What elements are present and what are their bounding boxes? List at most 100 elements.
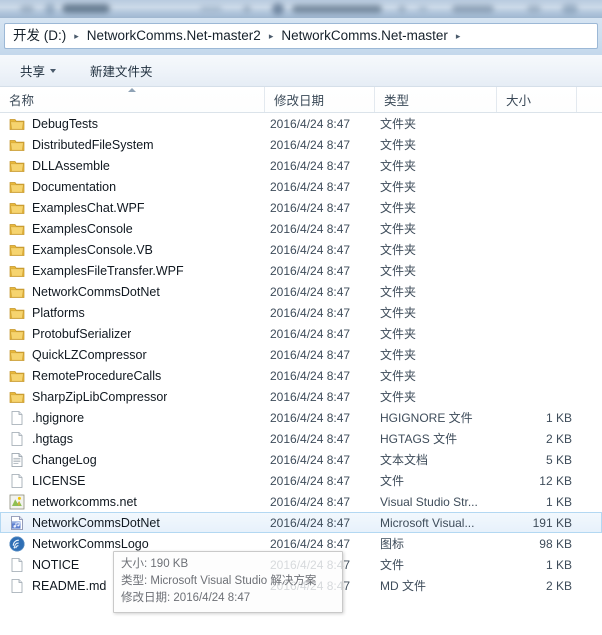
table-row[interactable]: Platforms 2016/4/24 8:47 文件夹 xyxy=(0,302,602,323)
folder-icon xyxy=(9,389,25,405)
file-name-cell: LICENSE xyxy=(1,473,266,489)
file-name-cell: RemoteProcedureCalls xyxy=(1,368,266,384)
table-row[interactable]: ChangeLog 2016/4/24 8:47 文本文档 5 KB xyxy=(0,449,602,470)
tooltip-type-label: 类型: xyxy=(121,575,148,587)
column-header-date-label: 修改日期 xyxy=(274,94,325,108)
file-date-cell: 2016/4/24 8:47 xyxy=(270,452,351,467)
blank-file-icon xyxy=(9,578,25,594)
breadcrumb-separator-icon[interactable]: ▸ xyxy=(265,31,278,42)
table-row[interactable]: DebugTests 2016/4/24 8:47 文件夹 xyxy=(0,113,602,134)
chevron-down-icon[interactable] xyxy=(50,68,57,73)
file-date-cell: 2016/4/24 8:47 xyxy=(270,347,351,362)
file-date-cell: 2016/4/24 8:47 xyxy=(270,179,351,194)
table-row[interactable]: ExamplesConsole 2016/4/24 8:47 文件夹 xyxy=(0,218,602,239)
file-size-cell: 1 KB xyxy=(545,410,572,425)
file-type-cell: 文件夹 xyxy=(380,264,417,278)
tooltip-size-value: 190 KB xyxy=(150,558,189,570)
file-name-label: README.md xyxy=(32,578,107,593)
folder-icon xyxy=(9,137,25,153)
breadcrumb-separator-icon[interactable]: ▸ xyxy=(70,31,83,42)
file-name-label: DebugTests xyxy=(32,116,99,131)
file-date-cell: 2016/4/24 8:47 xyxy=(270,494,351,509)
file-name-label: NOTICE xyxy=(32,557,80,572)
blank-file-icon xyxy=(9,431,25,447)
file-name-label: ProtobufSerializer xyxy=(32,326,132,341)
breadcrumb-item-master2[interactable]: NetworkComms.Net-master2 xyxy=(83,25,265,47)
text-file-icon xyxy=(9,452,25,468)
file-name-cell: .hgignore xyxy=(1,410,266,426)
table-row[interactable]: networkcomms.net 2016/4/24 8:47 Visual Stu… xyxy=(0,491,602,512)
table-row[interactable]: DLLAssemble 2016/4/24 8:47 文件夹 xyxy=(0,155,602,176)
table-row[interactable]: RemoteProcedureCalls 2016/4/24 8:47 文件夹 xyxy=(0,365,602,386)
column-header-row: 名称 修改日期 类型 大小 xyxy=(0,87,602,113)
file-type-cell: 文件夹 xyxy=(380,117,417,131)
file-name-label: NetworkCommsDotNet xyxy=(32,284,160,299)
file-name-label: .hgignore xyxy=(32,410,85,425)
file-name-label: .hgtags xyxy=(32,431,74,446)
table-row[interactable]: DistributedFileSystem 2016/4/24 8:47 文件夹 xyxy=(0,134,602,155)
file-name-cell: Platforms xyxy=(1,305,266,321)
folder-icon xyxy=(9,263,25,279)
table-row[interactable]: ExamplesFileTransfer.WPF 2016/4/24 8:47 文件… xyxy=(0,260,602,281)
file-type-cell: 文件 xyxy=(380,474,405,488)
breadcrumb-item-drive[interactable]: 开发 (D:) xyxy=(9,25,70,47)
file-name-label: ChangeLog xyxy=(32,452,97,467)
column-header-name-label: 名称 xyxy=(9,94,35,108)
breadcrumb-item-master[interactable]: NetworkComms.Net-master xyxy=(277,25,452,47)
file-size-cell: 1 KB xyxy=(545,557,572,572)
tooltip-date-line: 修改日期: 2016/4/24 8:47 xyxy=(121,590,335,607)
new-folder-button[interactable]: 新建文件夹 xyxy=(82,57,161,84)
table-row[interactable]: LICENSE 2016/4/24 8:47 文件 12 KB xyxy=(0,470,602,491)
file-type-cell: HGTAGS 文件 xyxy=(380,432,458,446)
folder-icon xyxy=(9,116,25,132)
table-row[interactable]: Documentation 2016/4/24 8:47 文件夹 xyxy=(0,176,602,197)
table-row[interactable]: NetworkCommsDotNet 2016/4/24 8:47 文件夹 xyxy=(0,281,602,302)
file-size-cell: 191 KB xyxy=(532,515,572,530)
file-name-cell: ProtobufSerializer xyxy=(1,326,266,342)
folder-icon xyxy=(9,221,25,237)
folder-icon xyxy=(9,368,25,384)
file-name-cell: Documentation xyxy=(1,179,266,195)
breadcrumb-address-bar[interactable]: 开发 (D:) ▸ NetworkComms.Net-master2 ▸ Net… xyxy=(4,23,598,49)
table-row[interactable]: ExamplesChat.WPF 2016/4/24 8:47 文件夹 xyxy=(0,197,602,218)
table-row[interactable]: NetworkCommsDotNet 2016/4/24 8:47 Microsof… xyxy=(0,512,602,533)
file-name-label: QuickLZCompressor xyxy=(32,347,147,362)
file-type-cell: 文件夹 xyxy=(380,138,417,152)
folder-icon xyxy=(9,326,25,342)
file-type-cell: 文件夹 xyxy=(380,159,417,173)
file-type-cell: 文件夹 xyxy=(380,306,417,320)
column-header-date[interactable]: 修改日期 xyxy=(265,87,375,112)
table-row[interactable]: QuickLZCompressor 2016/4/24 8:47 文件夹 xyxy=(0,344,602,365)
file-date-cell: 2016/4/24 8:47 xyxy=(270,221,351,236)
folder-icon xyxy=(9,347,25,363)
table-row[interactable]: .hgignore 2016/4/24 8:47 HGIGNORE 文件 1 KB xyxy=(0,407,602,428)
table-row[interactable]: ProtobufSerializer 2016/4/24 8:47 文件夹 xyxy=(0,323,602,344)
explorer-window: 开发 (D:) ▸ NetworkComms.Net-master2 ▸ Net… xyxy=(0,0,602,635)
file-date-cell: 2016/4/24 8:47 xyxy=(270,431,351,446)
column-header-name[interactable]: 名称 xyxy=(0,87,265,112)
file-type-cell: 文本文档 xyxy=(380,453,429,467)
share-button[interactable]: 共享 xyxy=(12,57,64,84)
file-name-cell: ExamplesConsole xyxy=(1,221,266,237)
file-name-cell: DebugTests xyxy=(1,116,266,132)
column-header-type[interactable]: 类型 xyxy=(375,87,497,112)
breadcrumb-dropdown-icon[interactable]: ▸ xyxy=(452,31,465,42)
file-size-cell: 12 KB xyxy=(539,473,572,488)
column-header-spacer xyxy=(577,87,602,112)
file-type-cell: Visual Studio Str... xyxy=(380,494,478,509)
table-row[interactable]: ExamplesConsole.VB 2016/4/24 8:47 文件夹 xyxy=(0,239,602,260)
table-row[interactable]: .hgtags 2016/4/24 8:47 HGTAGS 文件 2 KB xyxy=(0,428,602,449)
file-type-cell: 文件夹 xyxy=(380,369,417,383)
file-name-label: Platforms xyxy=(32,305,85,320)
table-row[interactable]: SharpZipLibCompressor 2016/4/24 8:47 文件夹 xyxy=(0,386,602,407)
address-bar-container: 开发 (D:) ▸ NetworkComms.Net-master2 ▸ Net… xyxy=(0,18,602,55)
file-name-cell: networkcomms.net xyxy=(1,494,266,510)
sort-ascending-icon xyxy=(128,88,136,92)
file-name-label: DLLAssemble xyxy=(32,158,110,173)
folder-icon xyxy=(9,200,25,216)
file-name-cell: DistributedFileSystem xyxy=(1,137,266,153)
file-name-label: DistributedFileSystem xyxy=(32,137,154,152)
column-header-size[interactable]: 大小 xyxy=(497,87,577,112)
file-type-cell: 文件夹 xyxy=(380,285,417,299)
file-info-tooltip: 大小: 190 KB 类型: Microsoft Visual Studio 解… xyxy=(113,551,343,613)
